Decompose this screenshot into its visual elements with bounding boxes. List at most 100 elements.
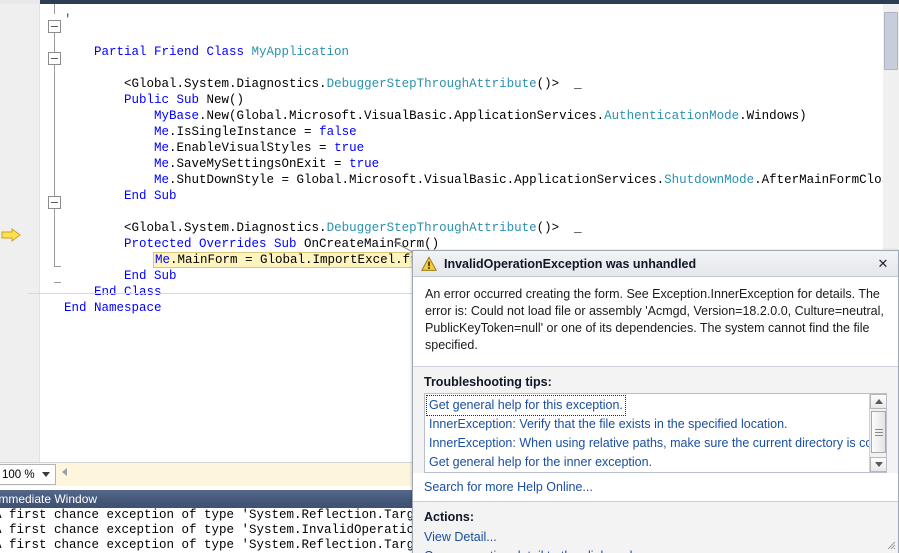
code-token: DebuggerStepThroughAttribute	[326, 77, 537, 91]
code-token: .Windows)	[739, 109, 807, 123]
code-token: '	[64, 13, 72, 27]
highlighted-statement: Me.MainForm = Global.ImportExcel.frmMain	[153, 252, 458, 268]
code-token: _	[566, 221, 582, 235]
exception-assistant-dialog[interactable]: InvalidOperationException was unhandled …	[412, 250, 899, 553]
actions-section: Actions: View Detail...Copy exception de…	[413, 502, 898, 553]
code-token: AuthenticationMode	[604, 109, 740, 123]
code-token: .ShutDownStyle = Global.Microsoft.Visual…	[169, 173, 665, 187]
troubleshooting-tip-link[interactable]: InnerException: When using relative path…	[425, 434, 886, 453]
code-line: Public Sub New()	[64, 92, 899, 108]
tips-scrollbar-thumb[interactable]	[871, 411, 886, 453]
code-token: <Global.System.Diagnostics.	[124, 221, 327, 235]
code-token: Partial Friend Class	[94, 45, 252, 59]
code-token: Me	[154, 157, 170, 171]
tips-vertical-scrollbar[interactable]	[869, 394, 886, 472]
code-token: End Class	[94, 285, 162, 299]
dialog-title: InvalidOperationException was unhandled	[444, 256, 697, 271]
dialog-message-area: An error occurred creating the form. See…	[413, 277, 898, 367]
code-line: Me.SaveMySettingsOnExit = true	[64, 156, 899, 172]
horizontal-scroll-left-arrow-icon[interactable]	[62, 468, 67, 476]
resize-grip-icon[interactable]	[884, 538, 896, 550]
outline-collapse-toggle[interactable]	[48, 52, 61, 65]
code-token: .AfterMainFormCloses	[754, 173, 899, 187]
troubleshooting-tip-link[interactable]: Get general help for the inner exception…	[425, 453, 886, 472]
search-more-help-online-link[interactable]: Search for more Help Online...	[424, 480, 593, 494]
code-token: Public Sub	[124, 93, 207, 107]
troubleshooting-tip-link[interactable]: Get general help for this exception.	[426, 395, 626, 416]
code-token: .New(Global.Microsoft.VisualBasic.Applic…	[199, 109, 605, 123]
scroll-up-button[interactable]	[870, 394, 886, 409]
outline-collapse-toggle[interactable]	[48, 196, 61, 209]
code-token: End Sub	[124, 269, 177, 283]
troubleshooting-section: Troubleshooting tips: Get general help f…	[413, 367, 898, 473]
triangle-up-icon	[874, 399, 883, 404]
code-token: true	[334, 141, 365, 155]
code-line: Me.IsSingleInstance = false	[64, 124, 899, 140]
code-token: MyBase	[154, 109, 200, 123]
code-token: Me	[154, 125, 170, 139]
code-token: .SaveMySettingsOnExit =	[169, 157, 350, 171]
code-line: Partial Friend Class MyApplication	[64, 44, 899, 60]
scroll-down-button[interactable]	[870, 457, 886, 472]
troubleshooting-heading: Troubleshooting tips:	[424, 375, 552, 389]
code-token: ()>	[536, 221, 567, 235]
current-statement-arrow-icon	[1, 228, 21, 242]
code-line: <Global.System.Diagnostics.DebuggerStepT…	[64, 220, 899, 236]
troubleshooting-tip-link[interactable]: InnerException: Verify that the file exi…	[425, 415, 886, 434]
outline-collapse-toggle[interactable]	[48, 20, 61, 33]
code-token: false	[319, 125, 357, 139]
warning-triangle-icon	[421, 256, 437, 271]
code-token: true	[349, 157, 380, 171]
search-help-row: Search for more Help Online...	[413, 473, 898, 501]
code-token: ShutdownMode	[664, 173, 755, 187]
outline-end-tick	[54, 266, 61, 267]
code-token: Me	[154, 141, 170, 155]
grip-lines-icon	[875, 429, 883, 436]
outline-connector	[54, 65, 55, 196]
troubleshooting-tips-list: Get general help for this exception. Inne…	[425, 394, 886, 472]
zoom-level-dropdown[interactable]: 100 %	[0, 464, 56, 485]
code-token: Me	[154, 173, 170, 187]
zoom-level-value: 100 %	[2, 468, 35, 481]
code-token: OnCreateMainForm()	[304, 237, 440, 251]
code-token: ()>	[536, 77, 567, 91]
actions-heading: Actions:	[424, 510, 474, 524]
outline-connector	[54, 209, 55, 267]
code-token: End Namespace	[64, 301, 162, 315]
code-token: End Sub	[124, 189, 177, 203]
editor-gutter[interactable]	[0, 4, 40, 462]
immediate-window-title: Immediate Window	[0, 492, 98, 506]
exception-message: An error occurred creating the form. See…	[425, 287, 884, 352]
outlining-rail[interactable]	[46, 4, 64, 462]
code-line: '	[64, 12, 899, 28]
code-token: Protected Overrides Sub	[124, 237, 305, 251]
outline-connector	[54, 4, 55, 14]
action-link[interactable]: View Detail...	[424, 528, 887, 547]
code-token: New()	[206, 93, 245, 107]
action-link[interactable]: Copy exception detail to the clipboard	[424, 547, 887, 553]
editor-scrollbar-thumb[interactable]	[884, 12, 898, 70]
code-line: End Sub	[64, 188, 899, 204]
code-line: Me.EnableVisualStyles = true	[64, 140, 899, 156]
code-line: <Global.System.Diagnostics.DebuggerStepT…	[64, 76, 899, 92]
dialog-title-bar: InvalidOperationException was unhandled …	[413, 251, 898, 277]
code-token: MyApplication	[251, 45, 350, 59]
code-token: DebuggerStepThroughAttribute	[326, 221, 537, 235]
code-token: .IsSingleInstance =	[169, 125, 320, 139]
actions-list: View Detail...Copy exception detail to t…	[424, 528, 887, 553]
code-token: <Global.System.Diagnostics.	[124, 77, 327, 91]
vs-debugger-screen: ' Partial Friend Class MyApplication <Gl…	[0, 0, 899, 553]
code-token: .EnableVisualStyles =	[169, 141, 335, 155]
outline-end-tick	[54, 282, 61, 283]
troubleshooting-tips-box[interactable]: Get general help for this exception. Inne…	[424, 393, 887, 473]
triangle-down-icon	[874, 462, 883, 467]
code-line: Me.ShutDownStyle = Global.Microsoft.Visu…	[64, 172, 899, 188]
code-token: _	[566, 77, 582, 91]
close-icon[interactable]: ✕	[874, 255, 892, 273]
code-token: Me	[155, 253, 171, 267]
chevron-down-icon	[42, 472, 50, 477]
code-line: MyBase.New(Global.Microsoft.VisualBasic.…	[64, 108, 899, 124]
